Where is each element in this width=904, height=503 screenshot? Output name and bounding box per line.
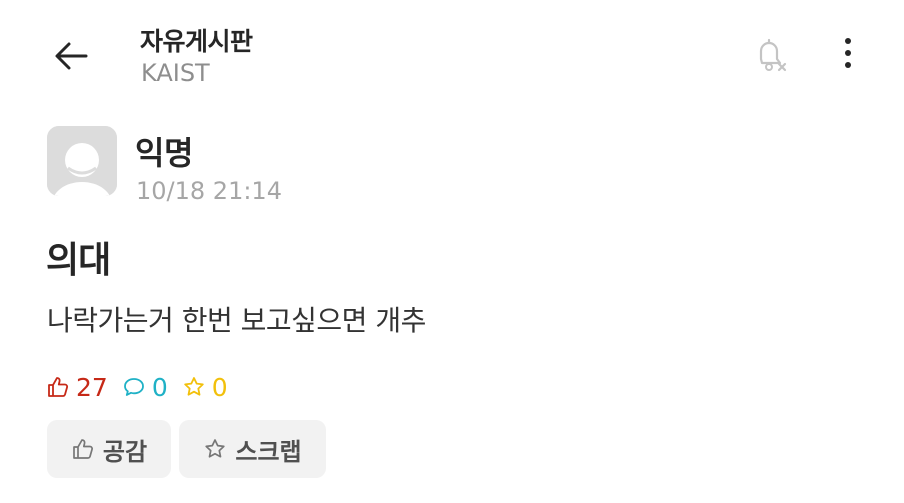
author-name: 익명 — [135, 134, 193, 172]
post-timestamp: 10/18 21:14 — [136, 177, 282, 205]
back-button[interactable] — [50, 37, 94, 75]
notification-toggle-button[interactable] — [748, 32, 792, 76]
thumbs-up-icon — [73, 439, 93, 459]
avatar — [47, 126, 117, 196]
like-button-label: 공감 — [102, 437, 148, 466]
comment-count: 0 — [122, 373, 168, 402]
scrap-button-label: 스크랩 — [235, 437, 302, 466]
thumbs-up-icon — [48, 377, 69, 397]
more-options-button[interactable] — [826, 32, 870, 76]
scrap-count-value: 0 — [211, 372, 228, 402]
board-title: 자유게시판 — [140, 27, 253, 56]
post-stats: 27 0 0 — [46, 371, 242, 403]
scrap-button[interactable]: 스크랩 — [179, 420, 326, 478]
comment-bubble-icon — [123, 378, 144, 396]
bell-off-icon — [759, 38, 787, 72]
arrow-left-icon — [55, 42, 88, 70]
comment-count-value: 0 — [151, 372, 168, 402]
more-vertical-icon — [845, 38, 851, 68]
scrap-count: 0 — [182, 373, 228, 402]
like-count-value: 27 — [76, 372, 108, 402]
default-profile-icon — [47, 126, 117, 196]
star-icon — [184, 377, 204, 396]
star-icon — [205, 439, 226, 458]
post-body: 나락가는거 한번 보고싶으면 개추 — [47, 304, 426, 337]
post-title: 의대 — [46, 240, 111, 281]
like-button[interactable]: 공감 — [47, 420, 171, 478]
like-count: 27 — [46, 373, 108, 402]
school-name: KAIST — [141, 59, 210, 87]
